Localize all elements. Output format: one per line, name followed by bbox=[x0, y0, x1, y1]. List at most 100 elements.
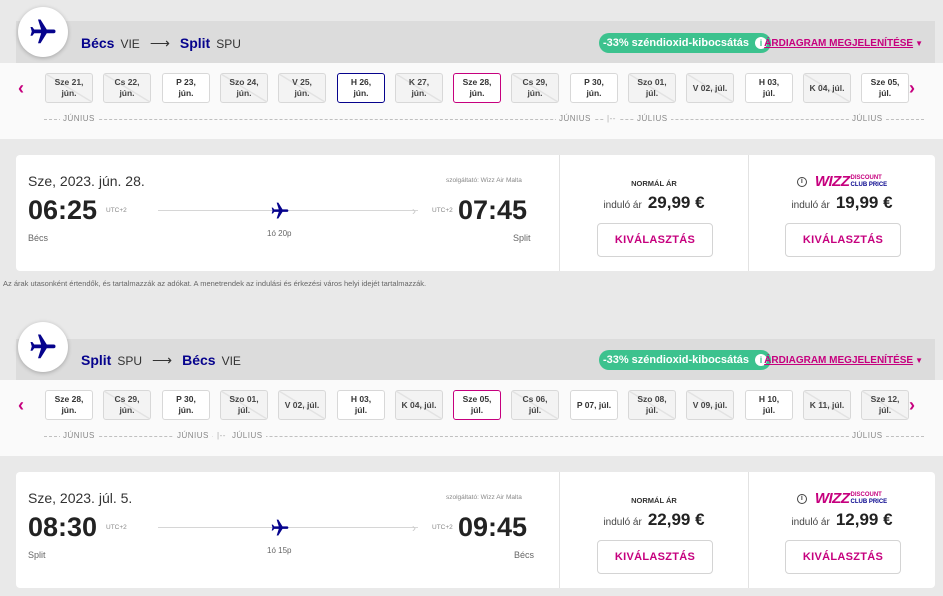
date-chip-month: jún. bbox=[236, 88, 252, 98]
date-chip[interactable]: Cs 29, jún. bbox=[103, 390, 151, 420]
date-chip[interactable]: K 27, jún. bbox=[395, 73, 443, 103]
date-chip-day: P 30, bbox=[176, 394, 196, 404]
date-chip[interactable]: K 04, júl. bbox=[395, 390, 443, 420]
arrival-timezone: UTC+2 bbox=[432, 524, 453, 531]
date-chip[interactable]: Cs 06, júl. bbox=[511, 390, 559, 420]
flight-date: Sze, 2023. júl. 5. bbox=[28, 490, 133, 506]
date-chip-month: jún. bbox=[61, 88, 77, 98]
select-club-fare-button[interactable]: KIVÁLASZTÁS bbox=[785, 540, 901, 574]
date-chip-month: júl. bbox=[645, 405, 659, 415]
date-chip-day: Szo 01, bbox=[229, 394, 259, 404]
price-diagram-link[interactable]: ÁRDIAGRAM MEGJELENÍTÉSE ▼ bbox=[764, 355, 923, 366]
date-chip[interactable]: P 30, jún. bbox=[162, 390, 210, 420]
month-label: JÚNIUS bbox=[60, 431, 98, 440]
date-chip[interactable]: Cs 29, jún. bbox=[511, 73, 559, 103]
outbound-flight-card: Sze, 2023. jún. 28. szolgáltató: Wizz Ai… bbox=[16, 155, 935, 271]
inbound-plane-badge bbox=[18, 322, 68, 372]
date-chip-month: jún. bbox=[119, 405, 135, 415]
date-chip[interactable]: P 23, jún. bbox=[162, 73, 210, 103]
airplane-icon bbox=[271, 519, 289, 536]
date-chip[interactable]: V 02, júl. bbox=[278, 390, 326, 420]
date-chip[interactable]: V 25, jún. bbox=[278, 73, 326, 103]
arrival-time: 09:45 bbox=[458, 512, 528, 542]
select-normal-fare-button[interactable]: KIVÁLASZTÁS bbox=[597, 223, 713, 257]
date-chip[interactable]: Sze 12, júl. bbox=[861, 390, 909, 420]
date-chip[interactable]: Sze 05, júl. bbox=[861, 73, 909, 103]
date-chip-month: jún. bbox=[353, 88, 369, 98]
date-chip-month: júl. bbox=[878, 405, 892, 415]
date-chip[interactable]: Cs 22, jún. bbox=[103, 73, 151, 103]
date-chip[interactable]: Szo 08, júl. bbox=[628, 390, 676, 420]
date-chip-day: Szo 01, bbox=[637, 77, 667, 87]
date-chip-day: K 04, júl. bbox=[809, 82, 845, 93]
date-chip-day: H 03, bbox=[350, 394, 372, 404]
wizz-logo-sub2: CLUB PRICE bbox=[850, 181, 888, 188]
date-chip-month: jún. bbox=[294, 88, 310, 98]
date-chip-month: júl. bbox=[470, 405, 484, 415]
date-chip[interactable]: V 02, júl. bbox=[686, 73, 734, 103]
date-chip[interactable]: Sze 28, jún. bbox=[45, 390, 93, 420]
date-chip[interactable]: Sze 28, jún. bbox=[453, 73, 501, 103]
date-chip[interactable]: Sze 05, júl. bbox=[453, 390, 501, 420]
departure-city: Split bbox=[28, 550, 46, 560]
month-label: JÚNIUS bbox=[556, 114, 594, 123]
club-fare-price: 12,99 € bbox=[835, 510, 893, 529]
flight-duration: 1ó 20p bbox=[267, 229, 292, 238]
outbound-route: Bécs VIE ⟶ Split SPU bbox=[81, 35, 241, 52]
date-chip[interactable]: H 10, júl. bbox=[745, 390, 793, 420]
co2-badge[interactable]: -33% széndioxid-kibocsátás i bbox=[599, 350, 771, 370]
date-chip[interactable]: P 30, jún. bbox=[570, 73, 618, 103]
date-chip[interactable]: Szo 01, júl. bbox=[220, 390, 268, 420]
info-icon[interactable]: i bbox=[796, 493, 807, 504]
wizz-logo-sub1: DISCOUNT bbox=[850, 174, 882, 181]
date-chip-month: jún. bbox=[61, 405, 77, 415]
airplane-icon bbox=[271, 202, 289, 219]
date-chip[interactable]: P 07, júl. bbox=[570, 390, 618, 420]
date-chip[interactable]: K 04, júl. bbox=[803, 73, 851, 103]
info-icon[interactable]: i bbox=[796, 176, 807, 187]
date-chip-month: jún. bbox=[178, 88, 194, 98]
club-fare-column: i WIZZ DISCOUNT CLUB PRICE induló ár 19,9… bbox=[748, 155, 935, 271]
select-club-fare-button[interactable]: KIVÁLASZTÁS bbox=[785, 223, 901, 257]
origin-city: Split bbox=[81, 352, 112, 368]
chevron-left-icon[interactable]: ‹ bbox=[18, 395, 24, 416]
month-label: JÚLIUS bbox=[229, 431, 266, 440]
date-chip-month: júl. bbox=[645, 88, 659, 98]
inbound-date-strip: ‹ › Sze 28, jún. Cs 29, jún. P 30, jún. Szo 01… bbox=[0, 380, 943, 456]
arrival-city: Split bbox=[513, 233, 531, 243]
date-chip-day: Szo 08, bbox=[637, 394, 667, 404]
normal-fare-price: 29,99 € bbox=[647, 193, 705, 212]
route-arrow-icon: ⟶ bbox=[152, 352, 173, 368]
price-diagram-link[interactable]: ÁRDIAGRAM MEGJELENÍTÉSE ▼ bbox=[764, 38, 923, 49]
date-chip-day: Sze 12, bbox=[870, 394, 900, 404]
date-chip[interactable]: Szo 24, jún. bbox=[220, 73, 268, 103]
wizz-logo-sub2: CLUB PRICE bbox=[850, 498, 888, 505]
arrival-city: Bécs bbox=[514, 550, 535, 560]
date-chip-month: jún. bbox=[586, 88, 602, 98]
wizz-discount-club-logo: WIZZ DISCOUNT CLUB PRICE bbox=[815, 173, 887, 190]
date-chip-month: jún. bbox=[119, 88, 135, 98]
airplane-icon bbox=[30, 334, 56, 359]
origin-city: Bécs bbox=[81, 35, 115, 51]
chevron-left-icon[interactable]: ‹ bbox=[18, 78, 24, 99]
date-chip[interactable]: H 03, júl. bbox=[337, 390, 385, 420]
date-chip[interactable]: H 03, júl. bbox=[745, 73, 793, 103]
date-chip[interactable]: Sze 21, jún. bbox=[45, 73, 93, 103]
flight-duration: 1ó 15p bbox=[267, 546, 292, 555]
wizz-logo-text: WIZZ bbox=[814, 173, 850, 190]
co2-badge[interactable]: -33% széndioxid-kibocsátás i bbox=[599, 33, 771, 53]
date-chip-day: Cs 06, bbox=[522, 394, 548, 404]
chevron-right-icon[interactable]: › bbox=[909, 395, 915, 416]
airplane-icon bbox=[30, 19, 56, 44]
date-chip-day: Szo 24, bbox=[229, 77, 259, 87]
date-chip-day: K 04, júl. bbox=[401, 399, 437, 410]
select-normal-fare-button[interactable]: KIVÁLASZTÁS bbox=[597, 540, 713, 574]
date-chip[interactable]: V 09, júl. bbox=[686, 390, 734, 420]
date-chip[interactable]: K 11, júl. bbox=[803, 390, 851, 420]
normal-fare-column: NORMÁL ÁR induló ár 29,99 € KIVÁLASZTÁS bbox=[559, 155, 748, 271]
date-chip[interactable]: Szo 01, júl. bbox=[628, 73, 676, 103]
wizz-logo-sub1: DISCOUNT bbox=[850, 491, 882, 498]
date-chip[interactable]: H 26, jún. bbox=[337, 73, 385, 103]
date-chip-day: V 25, bbox=[292, 77, 312, 87]
chevron-right-icon[interactable]: › bbox=[909, 78, 915, 99]
